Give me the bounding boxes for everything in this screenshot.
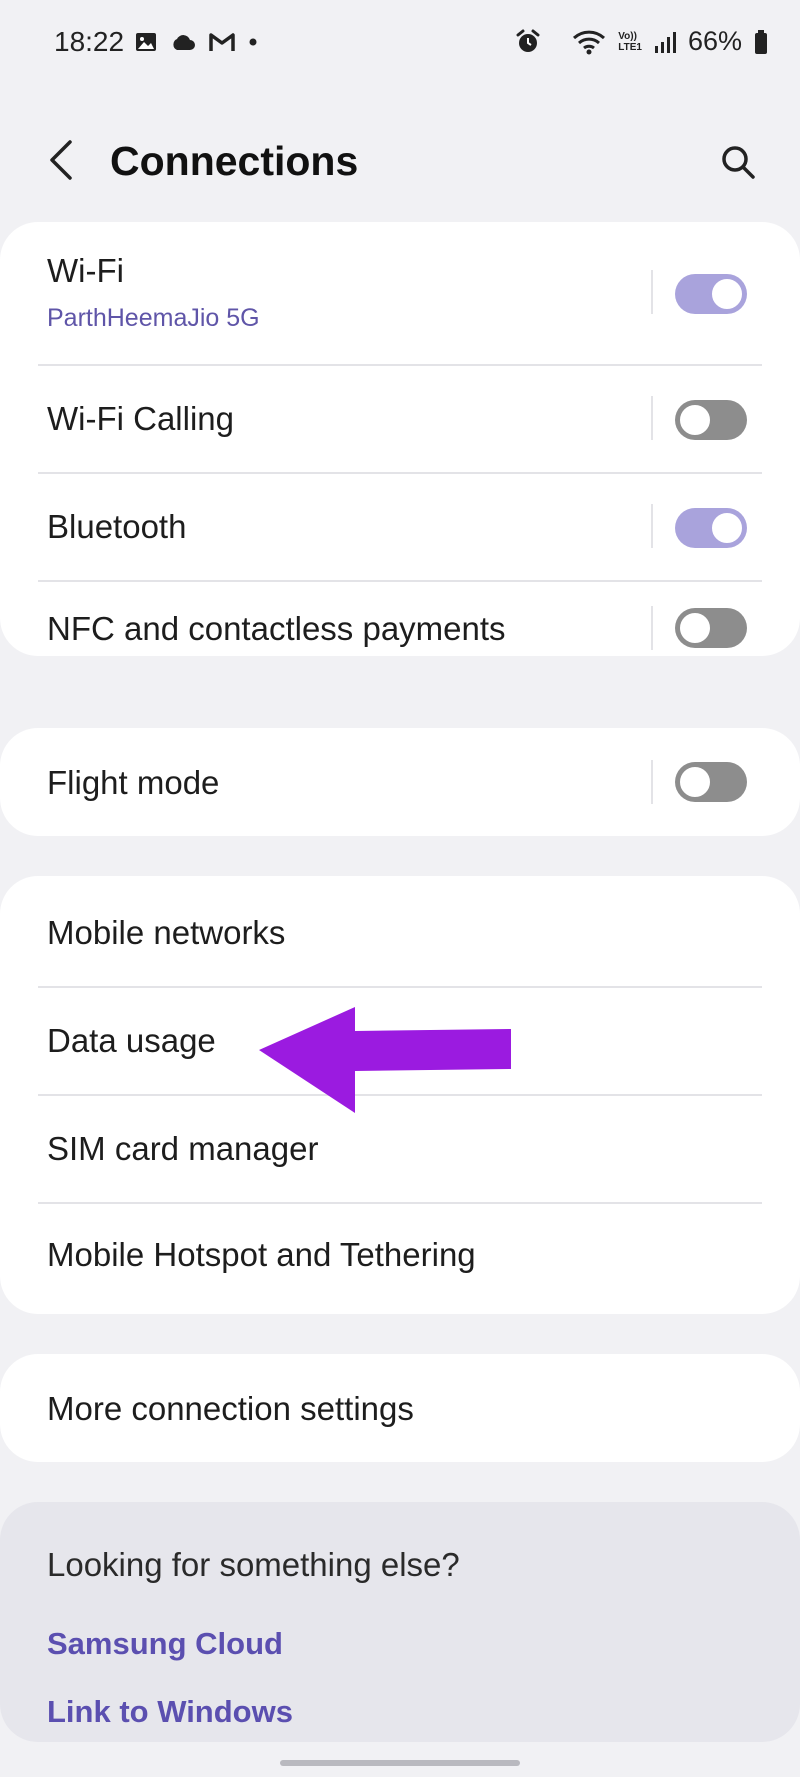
suggestions-card: Looking for something else? Samsung Clou…	[0, 1502, 800, 1742]
search-icon[interactable]	[718, 142, 758, 182]
flight-mode-card: Flight mode	[0, 728, 800, 836]
annotation-arrow-icon	[259, 1007, 511, 1113]
mobile-networks-row[interactable]: Mobile networks	[0, 876, 800, 986]
sim-card-manager-label: SIM card manager	[47, 1130, 319, 1167]
flight-mode-label: Flight mode	[47, 764, 220, 801]
wifi-calling-label: Wi-Fi Calling	[47, 400, 235, 437]
page-title: Connections	[110, 138, 359, 184]
wifi-toggle[interactable]	[675, 274, 747, 314]
wifi-calling-row[interactable]: Wi-Fi Calling	[0, 366, 800, 472]
nfc-toggle[interactable]	[675, 608, 747, 648]
divider	[651, 270, 653, 314]
wifi-label: Wi-Fi	[47, 252, 124, 289]
notification-icons	[134, 30, 258, 54]
gallery-icon	[136, 33, 156, 51]
mobile-networks-label: Mobile networks	[47, 914, 286, 951]
battery-percent: 66%	[687, 26, 742, 56]
bluetooth-toggle[interactable]	[675, 508, 747, 548]
battery-icon	[755, 29, 767, 54]
system-icons: Vo)) LTE1 66%	[514, 26, 768, 57]
status-time: 18:22	[54, 26, 125, 57]
more-connection-settings-label: More connection settings	[47, 1390, 414, 1427]
cell-signal-icon	[654, 31, 676, 53]
alarm-icon	[516, 29, 540, 52]
data-usage-label: Data usage	[47, 1022, 216, 1059]
hotspot-tethering-label: Mobile Hotspot and Tethering	[47, 1236, 476, 1273]
home-indicator[interactable]	[280, 1760, 520, 1766]
divider	[651, 396, 653, 440]
divider	[651, 760, 653, 804]
nfc-row[interactable]: NFC and contactless payments	[0, 582, 800, 656]
divider	[651, 504, 653, 548]
flight-mode-toggle[interactable]	[675, 762, 747, 802]
link-to-windows-link[interactable]: Link to Windows	[47, 1694, 293, 1730]
flight-mode-row[interactable]: Flight mode	[0, 728, 800, 836]
divider	[651, 606, 653, 650]
network-toggles-card: Wi-Fi ParthHeemaJio 5G Wi-Fi Calling Blu…	[0, 222, 800, 656]
more-dot-icon	[249, 38, 257, 46]
status-bar: 18:22 Vo)) LTE1 66%	[0, 0, 800, 90]
more-connection-settings-row[interactable]: More connection settings	[0, 1354, 800, 1462]
wifi-network-name: ParthHeemaJio 5G	[47, 304, 260, 332]
bluetooth-label: Bluetooth	[47, 508, 187, 545]
wifi-calling-toggle[interactable]	[675, 400, 747, 440]
cloud-icon	[173, 35, 195, 50]
bluetooth-row[interactable]: Bluetooth	[0, 474, 800, 580]
nfc-label: NFC and contactless payments	[47, 610, 506, 647]
more-settings-card: More connection settings	[0, 1354, 800, 1462]
samsung-cloud-link[interactable]: Samsung Cloud	[47, 1626, 283, 1662]
suggestions-heading: Looking for something else?	[47, 1546, 460, 1583]
volte-lte-badge: Vo)) LTE1	[618, 30, 642, 53]
gmail-icon	[209, 33, 235, 51]
hotspot-tethering-row[interactable]: Mobile Hotspot and Tethering	[0, 1204, 800, 1314]
wifi-row[interactable]: Wi-Fi ParthHeemaJio 5G	[0, 222, 800, 364]
back-arrow-icon[interactable]	[44, 138, 80, 182]
app-header: Connections	[0, 120, 800, 200]
wifi-signal-icon	[573, 30, 606, 54]
